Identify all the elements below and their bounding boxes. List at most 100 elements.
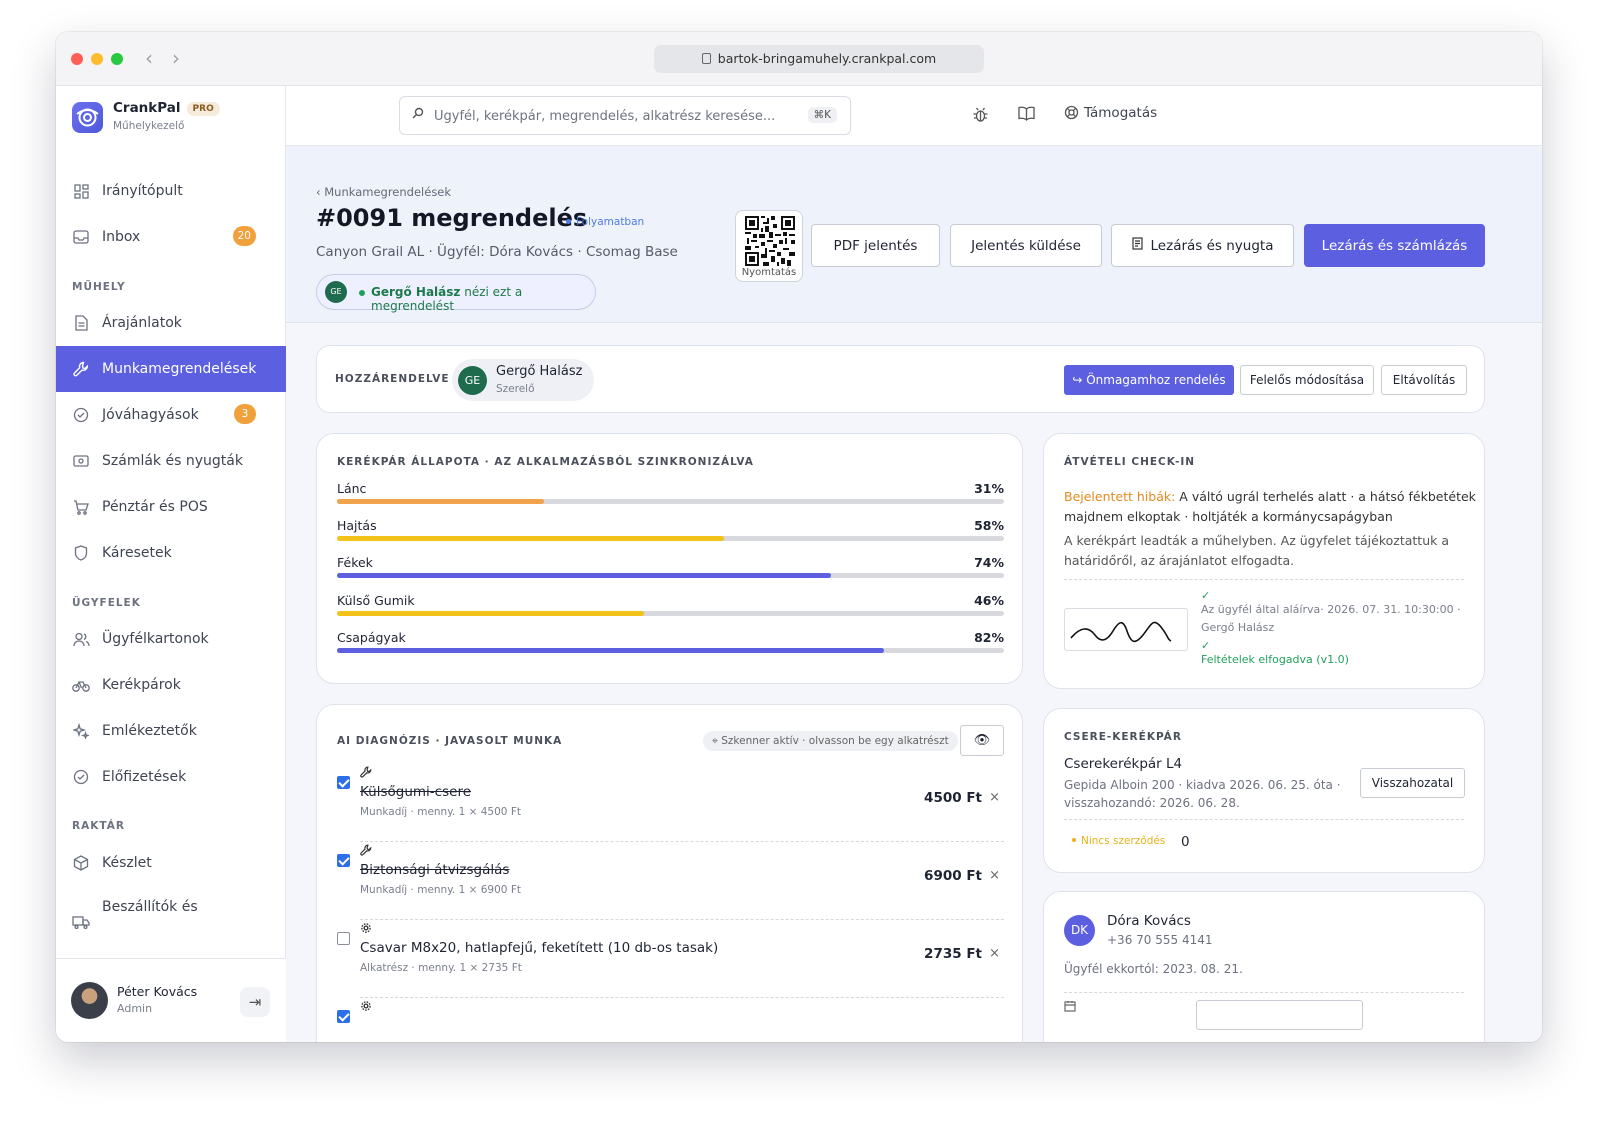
sidebar-item-inventory[interactable]: Készlet xyxy=(56,840,286,886)
approvals-count-badge: 3 xyxy=(234,404,256,424)
loaner-bike-card: CSERE-KERÉKPÁR Cserekerékpár L4 Gepida A… xyxy=(1043,708,1485,873)
sidebar-item-label: Árajánlatok xyxy=(102,315,182,331)
breadcrumb[interactable]: ‹ Munkamegrendelések xyxy=(316,185,451,199)
health-bar-fill xyxy=(337,610,644,616)
close-and-receipt-button[interactable]: Lezárás és nyugta xyxy=(1111,224,1294,267)
divider xyxy=(1064,579,1464,580)
change-assignee-button[interactable]: Felelős módosítása xyxy=(1240,365,1374,395)
customer-phone[interactable]: +36 70 555 4141 xyxy=(1107,933,1212,947)
sidebar-item-customer-cards[interactable]: Ügyfélkartonok xyxy=(56,616,286,662)
brand-name: CrankPal PRO xyxy=(113,100,220,116)
work-item-price: 6900 Ft xyxy=(924,868,982,884)
return-loaner-button[interactable]: Visszahozatal xyxy=(1360,768,1465,798)
user-name: Péter Kovács xyxy=(117,984,198,999)
work-item-meta: Munkadíj · menny. 1 × 6900 Ft xyxy=(360,884,521,896)
loaner-details: Gepida Alboin 200 · kiadva 2026. 06. 25.… xyxy=(1064,776,1341,812)
send-report-button[interactable]: Jelentés küldése xyxy=(950,224,1102,267)
loaner-line1: Gepida Alboin 200 · kiadva 2026. 06. 25.… xyxy=(1064,778,1341,792)
check-circle-icon xyxy=(72,406,90,424)
remove-item-icon[interactable]: × xyxy=(989,946,1000,961)
health-row: Csapágyak 82% xyxy=(337,630,1004,667)
sidebar: CrankPal PRO Műhelykezelő Irányítópult In… xyxy=(56,86,286,1042)
back-arrow-icon[interactable]: ‹ xyxy=(145,46,153,70)
reported-issues: Bejelentett hibák: A váltó ugrál terhelé… xyxy=(1064,487,1476,527)
sidebar-item-invoices[interactable]: Számlák és nyugták xyxy=(56,438,286,484)
qr-label: Nyomtatás xyxy=(741,267,797,278)
sidebar-item-inbox[interactable]: Inbox 20 xyxy=(56,214,286,260)
status-dot xyxy=(566,219,571,224)
close-window-button[interactable] xyxy=(71,53,83,65)
sidebar-item-reminders[interactable]: Emlékeztetők xyxy=(56,708,286,754)
online-dot xyxy=(359,290,365,296)
book-icon[interactable] xyxy=(1018,106,1035,125)
logout-icon: ⇥ xyxy=(248,993,262,1011)
signed-info: Az ügyfél által aláírva· 2026. 07. 31. 1… xyxy=(1201,601,1461,637)
presence-text: Gergő Halász nézi ezt a megrendelést xyxy=(371,285,595,313)
sidebar-item-bikes[interactable]: Kerékpárok xyxy=(56,662,286,708)
note-line2: határidőről, az árajánlatot elfogadta. xyxy=(1064,553,1295,568)
loaner-name: Cserekerékpár L4 xyxy=(1064,756,1183,772)
sidebar-item-dashboard[interactable]: Irányítópult xyxy=(56,168,286,214)
sidebar-item-pos[interactable]: Pénztár és POS xyxy=(56,484,286,530)
health-bar-track xyxy=(337,499,1004,504)
user-profile[interactable]: Péter Kovács Admin ⇥ xyxy=(56,958,286,1042)
sparkle-icon xyxy=(72,722,90,740)
sidebar-item-work-orders[interactable]: Munkamegrendelések xyxy=(56,346,286,392)
work-item-name: Csavar M8x20, hatlapfejű, feketített (10… xyxy=(360,940,719,956)
assignee-name: Gergő Halász xyxy=(496,364,583,379)
sidebar-item-approvals[interactable]: Jóváhagyások 3 xyxy=(56,392,286,438)
work-item-checkbox[interactable] xyxy=(337,1010,350,1023)
assign-to-me-button[interactable]: ↪ Önmagamhoz rendelés xyxy=(1064,365,1234,395)
address-bar[interactable]: bartok-bringamuhely.crankpal.com xyxy=(654,45,984,73)
logout-button[interactable]: ⇥ xyxy=(240,987,270,1017)
sidebar-item-label: Káresetek xyxy=(102,545,172,561)
remove-item-icon[interactable]: × xyxy=(989,790,1000,805)
support-label: Támogatás xyxy=(1084,105,1158,121)
remove-assignee-button[interactable]: Eltávolítás xyxy=(1381,365,1467,395)
work-item-name: Biztonsági átvizsgálás xyxy=(360,862,510,878)
forward-arrow-icon[interactable]: › xyxy=(172,46,180,70)
health-bar-track xyxy=(337,610,1004,616)
assignee-chip[interactable]: GE Gergő Halász Szerelő xyxy=(452,359,594,401)
shield-icon xyxy=(72,544,90,562)
health-component-name: Külső Gumik xyxy=(337,592,415,608)
eye-icon: 👁 xyxy=(973,733,991,748)
sidebar-item-claims[interactable]: Káresetek xyxy=(56,530,286,576)
remove-item-icon[interactable]: × xyxy=(989,868,1000,883)
ai-diagnosis-title: AI DIAGNÓZIS · JAVASOLT MUNKA xyxy=(337,735,563,747)
user-role: Admin xyxy=(117,1002,153,1015)
bug-icon[interactable] xyxy=(972,106,989,127)
search-box[interactable]: ⌘K xyxy=(399,96,851,135)
assignee-avatar: GE xyxy=(458,366,487,395)
contract-count: 0 xyxy=(1181,834,1190,850)
close-and-invoice-button[interactable]: Lezárás és számlázás xyxy=(1304,224,1485,267)
work-item-checkbox[interactable] xyxy=(337,854,350,867)
viewer-name: Gergő Halász xyxy=(371,285,461,299)
maximize-window-button[interactable] xyxy=(111,53,123,65)
health-component-name: Hajtás xyxy=(337,518,377,534)
customer-action-button[interactable] xyxy=(1196,1000,1363,1030)
note-line1: A kerékpárt leadták a műhelyben. Az ügyf… xyxy=(1064,533,1450,548)
search-icon xyxy=(412,107,424,123)
work-item-checkbox[interactable] xyxy=(337,932,350,945)
sidebar-item-quotes[interactable]: Árajánlatok xyxy=(56,300,286,346)
support-link[interactable]: Támogatás xyxy=(1064,105,1157,124)
customer-name[interactable]: Dóra Kovács xyxy=(1107,913,1191,929)
print-qr-button[interactable]: Nyomtatás xyxy=(735,210,803,282)
pdf-report-button[interactable]: PDF jelentés xyxy=(811,224,940,267)
customer-card: DK Dóra Kovács +36 70 555 4141 Ügyfél ek… xyxy=(1043,891,1485,1042)
health-percent: 74% xyxy=(974,555,1004,571)
minimize-window-button[interactable] xyxy=(91,53,103,65)
sidebar-item-suppliers[interactable]: Beszállítók és xyxy=(56,886,286,932)
health-row: Külső Gumik 46% xyxy=(337,593,1004,630)
scanner-status: ⌖ Szkenner aktív · olvasson be egy alkat… xyxy=(703,731,958,751)
signed-line1: Az ügyfél által aláírva· 2026. 07. 31. 1… xyxy=(1201,603,1461,616)
ai-diagnosis-card: AI DIAGNÓZIS · JAVASOLT MUNKA ⌖ Szkenner… xyxy=(316,704,1023,1042)
work-item: Biztonsági átvizsgálás Munkadíj · menny. … xyxy=(337,842,1004,920)
work-item-meta: Alkatrész · menny. 1 × 2735 Ft xyxy=(360,962,522,974)
work-item xyxy=(337,998,1004,1042)
sidebar-item-subscriptions[interactable]: Előfizetések xyxy=(56,754,286,800)
visibility-toggle-button[interactable]: 👁 xyxy=(960,725,1004,756)
search-input[interactable] xyxy=(434,105,784,127)
work-item-checkbox[interactable] xyxy=(337,776,350,789)
